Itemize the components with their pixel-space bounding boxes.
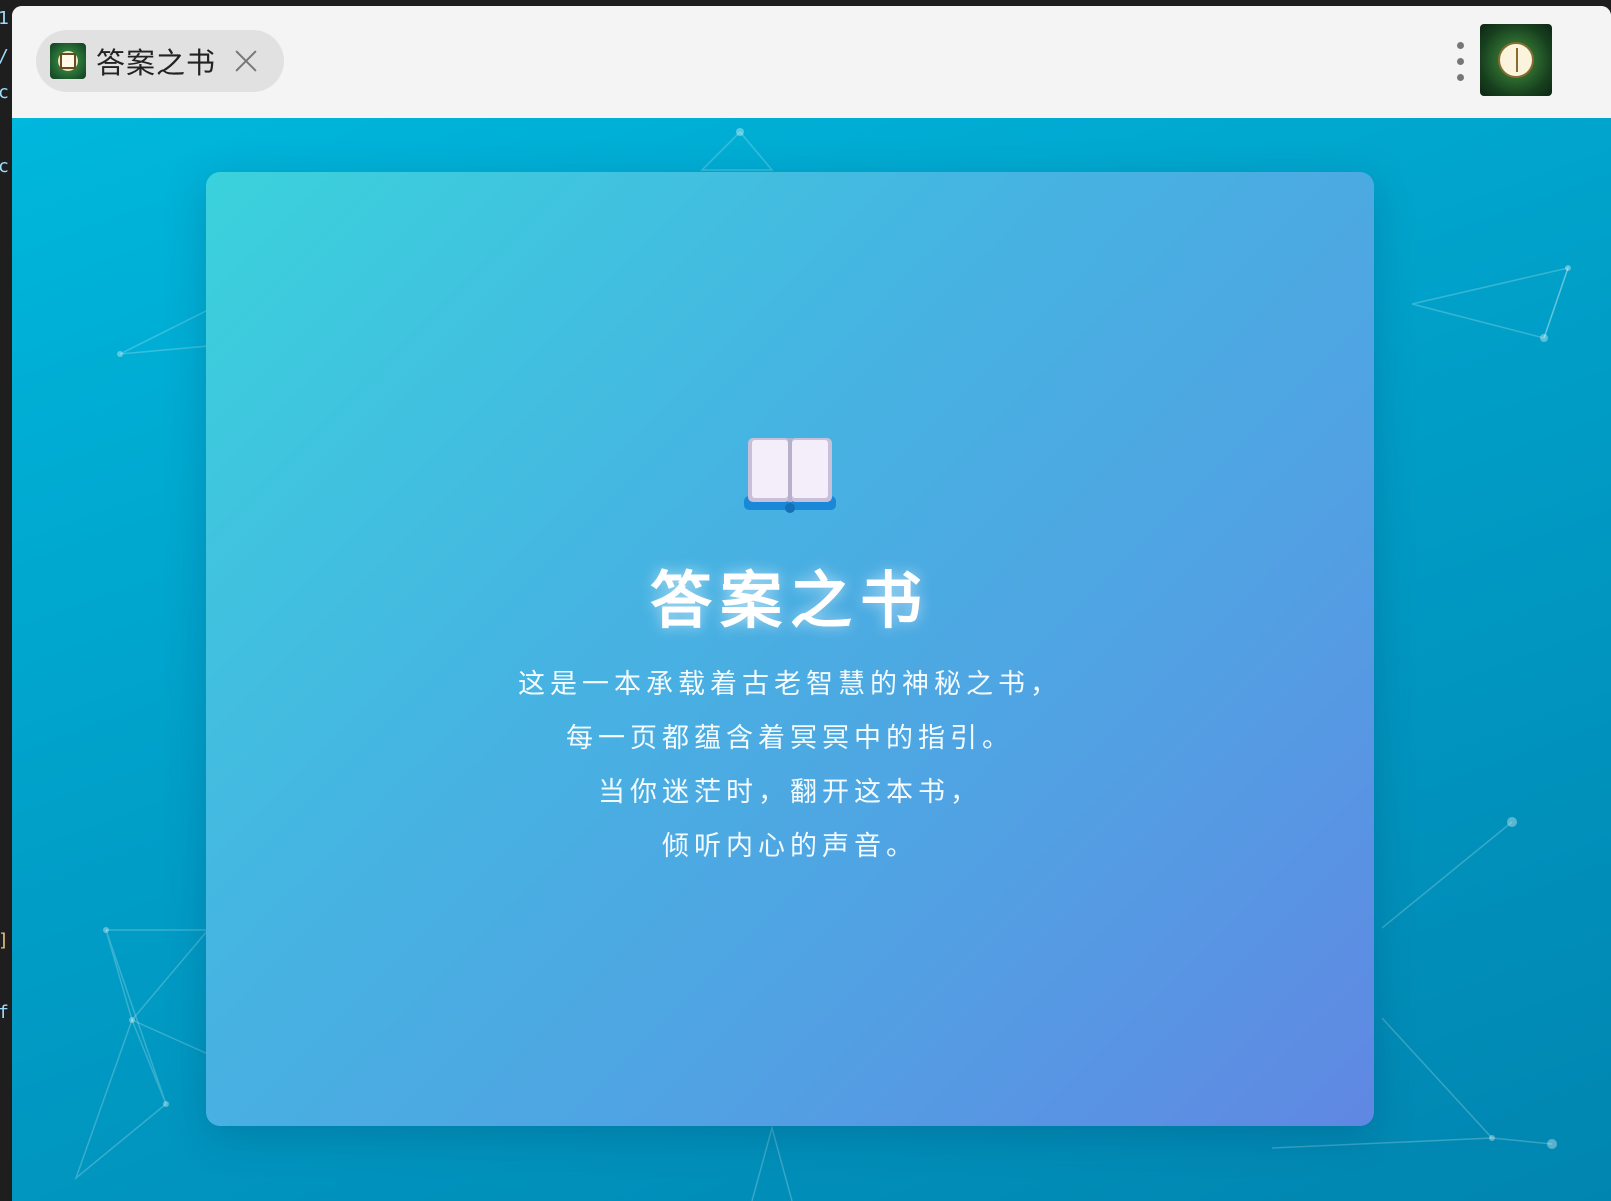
card-description: 这是一本承载着古老智慧的神秘之书， 每一页都蕴含着冥冥中的指引。 当你迷茫时，翻… <box>206 658 1374 874</box>
main-content: 答案之书 这是一本承载着古老智慧的神秘之书， 每一页都蕴含着冥冥中的指引。 当你… <box>12 118 1611 1201</box>
book-emblem-icon <box>1498 42 1534 78</box>
card-title: 答案之书 <box>649 564 930 637</box>
intro-card: 答案之书 这是一本承载着古老智慧的神秘之书， 每一页都蕴含着冥冥中的指引。 当你… <box>206 172 1374 1126</box>
description-line: 倾听内心的声音。 <box>662 831 918 862</box>
description-line: 每一页都蕴含着冥冥中的指引。 <box>566 723 1014 754</box>
description-line: 当你迷茫时，翻开这本书， <box>598 777 982 808</box>
tab-favicon-icon <box>50 43 86 79</box>
tab-active[interactable]: 答案之书 <box>36 30 284 92</box>
kebab-menu-icon[interactable] <box>1452 40 1468 84</box>
tab-title: 答案之书 <box>96 46 217 80</box>
title-bar: 答案之书 <box>12 6 1611 118</box>
app-window: 答案之书 答案之书 这是一本承载着古老智慧的神秘之书， 每一页都蕴含着冥冥中的指… <box>12 6 1611 1201</box>
close-icon[interactable] <box>232 47 260 75</box>
open-book-icon <box>744 438 836 513</box>
description-line: 这是一本承载着古老智慧的神秘之书， <box>518 669 1062 700</box>
app-avatar-icon[interactable] <box>1480 24 1552 96</box>
background-editor-strip: 1 / c c ] f <box>0 0 12 1201</box>
